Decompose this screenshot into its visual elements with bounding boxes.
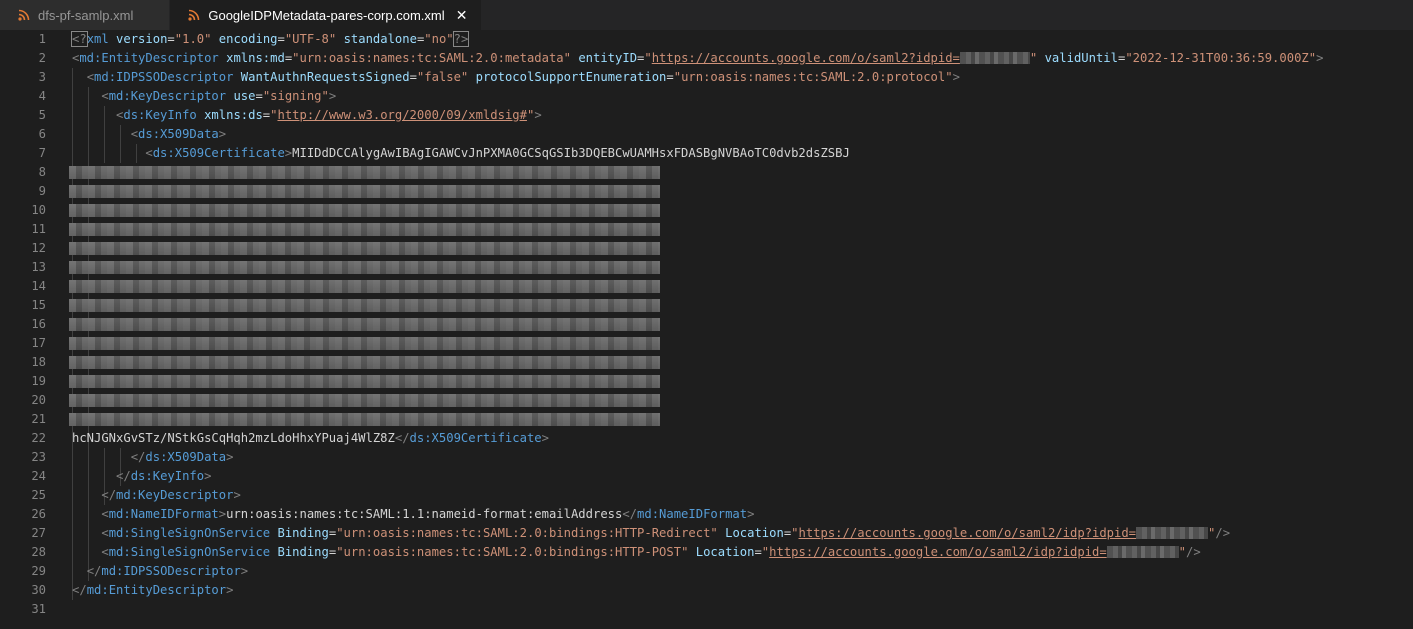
tab-label: dfs-pf-samlp.xml xyxy=(38,7,134,23)
line-number: 21 xyxy=(31,412,46,426)
line-number: 16 xyxy=(31,317,46,331)
entity-id-link[interactable]: https://accounts.google.com/o/saml2?idpi… xyxy=(652,51,960,65)
code-line-7: <ds:X509Certificate>MIIDdDCCAlygAwIBAgIG… xyxy=(145,146,850,160)
line-number: 5 xyxy=(38,108,46,122)
code-line-5: <ds:KeyInfo xmlns:ds="http://www.w3.org/… xyxy=(116,108,542,122)
line-number: 14 xyxy=(31,279,46,293)
line-number: 15 xyxy=(31,298,46,312)
rss-feed-icon xyxy=(188,9,200,21)
redacted-idpid xyxy=(959,52,1030,64)
line-number: 28 xyxy=(31,545,46,559)
line-number: 7 xyxy=(38,146,46,160)
tab-dfs-pf-samlp[interactable]: dfs-pf-samlp.xml xyxy=(0,0,171,30)
line-number: 24 xyxy=(31,469,46,483)
tab-bar: dfs-pf-samlp.xml GoogleIDPMetadata-pares… xyxy=(0,0,1413,30)
line-number: 29 xyxy=(31,564,46,578)
line-number: 8 xyxy=(38,165,46,179)
code-line-29: </md:IDPSSODescriptor> xyxy=(86,564,249,578)
code-line-28: <md:SingleSignOnService Binding="urn:oas… xyxy=(101,545,1201,559)
tab-label: GoogleIDPMetadata-pares-corp.com.xml xyxy=(208,7,445,23)
redacted-idpid xyxy=(1106,546,1179,558)
code-line-2: <md:EntityDescriptor xmlns:md="urn:oasis… xyxy=(72,51,1324,65)
line-number: 19 xyxy=(31,374,46,388)
code-line-27: <md:SingleSignOnService Binding="urn:oas… xyxy=(101,526,1231,540)
line-number: 13 xyxy=(31,260,46,274)
line-number: 3 xyxy=(38,70,46,84)
code-line-4: <md:KeyDescriptor use="signing"> xyxy=(101,89,337,103)
line-number: 11 xyxy=(31,222,46,236)
line-number: 10 xyxy=(31,203,46,217)
code-line-24: </ds:KeyInfo> xyxy=(116,469,212,483)
sso-redirect-link[interactable]: https://accounts.google.com/o/saml2/idp?… xyxy=(799,526,1137,540)
line-number: 22 xyxy=(31,431,46,445)
line-number: 20 xyxy=(31,393,46,407)
code-line-1: <?xml version="1.0" encoding="UTF-8" sta… xyxy=(71,31,470,47)
code-line-3: <md:IDPSSODescriptor WantAuthnRequestsSi… xyxy=(86,70,960,84)
line-number: 27 xyxy=(31,526,46,540)
line-number: 2 xyxy=(38,51,46,65)
redacted-idpid xyxy=(1136,527,1209,539)
tab-google-idp-metadata[interactable]: GoogleIDPMetadata-pares-corp.com.xml ✕ xyxy=(170,0,482,30)
line-number: 30 xyxy=(31,583,46,597)
line-number: 6 xyxy=(38,127,46,141)
code-editor[interactable]: 1 2 3 4 5 6 7 8 9 10 11 12 13 14 15 16 17 18 19 20 21 22 23 24 2… xyxy=(0,30,1413,629)
line-number: 12 xyxy=(31,241,46,255)
code-line-25: </md:KeyDescriptor> xyxy=(101,488,241,502)
rss-feed-icon xyxy=(18,9,30,21)
line-number: 31 xyxy=(31,602,46,616)
code-line-26: <md:NameIDFormat>urn:oasis:names:tc:SAML… xyxy=(101,507,755,521)
line-number: 23 xyxy=(31,450,46,464)
xmldsig-link[interactable]: http://www.w3.org/2000/09/xmldsig# xyxy=(277,108,526,122)
code-line-30: </md:EntityDescriptor> xyxy=(72,583,234,597)
line-number: 18 xyxy=(31,355,46,369)
line-number: 26 xyxy=(31,507,46,521)
code-line-22: hcNJGNxGvSTz/NStkGsCqHqh2mzLdoHhxYPuaj4W… xyxy=(72,431,549,445)
close-icon[interactable]: ✕ xyxy=(455,7,469,24)
line-number: 9 xyxy=(38,184,46,198)
line-number: 25 xyxy=(31,488,46,502)
line-number: 1 xyxy=(38,32,46,46)
code-line-23: </ds:X509Data> xyxy=(130,450,234,464)
line-number: 17 xyxy=(31,336,46,350)
sso-post-link[interactable]: https://accounts.google.com/o/saml2/idp?… xyxy=(769,545,1107,559)
code-line-6: <ds:X509Data> xyxy=(130,127,227,141)
line-number: 4 xyxy=(38,89,46,103)
